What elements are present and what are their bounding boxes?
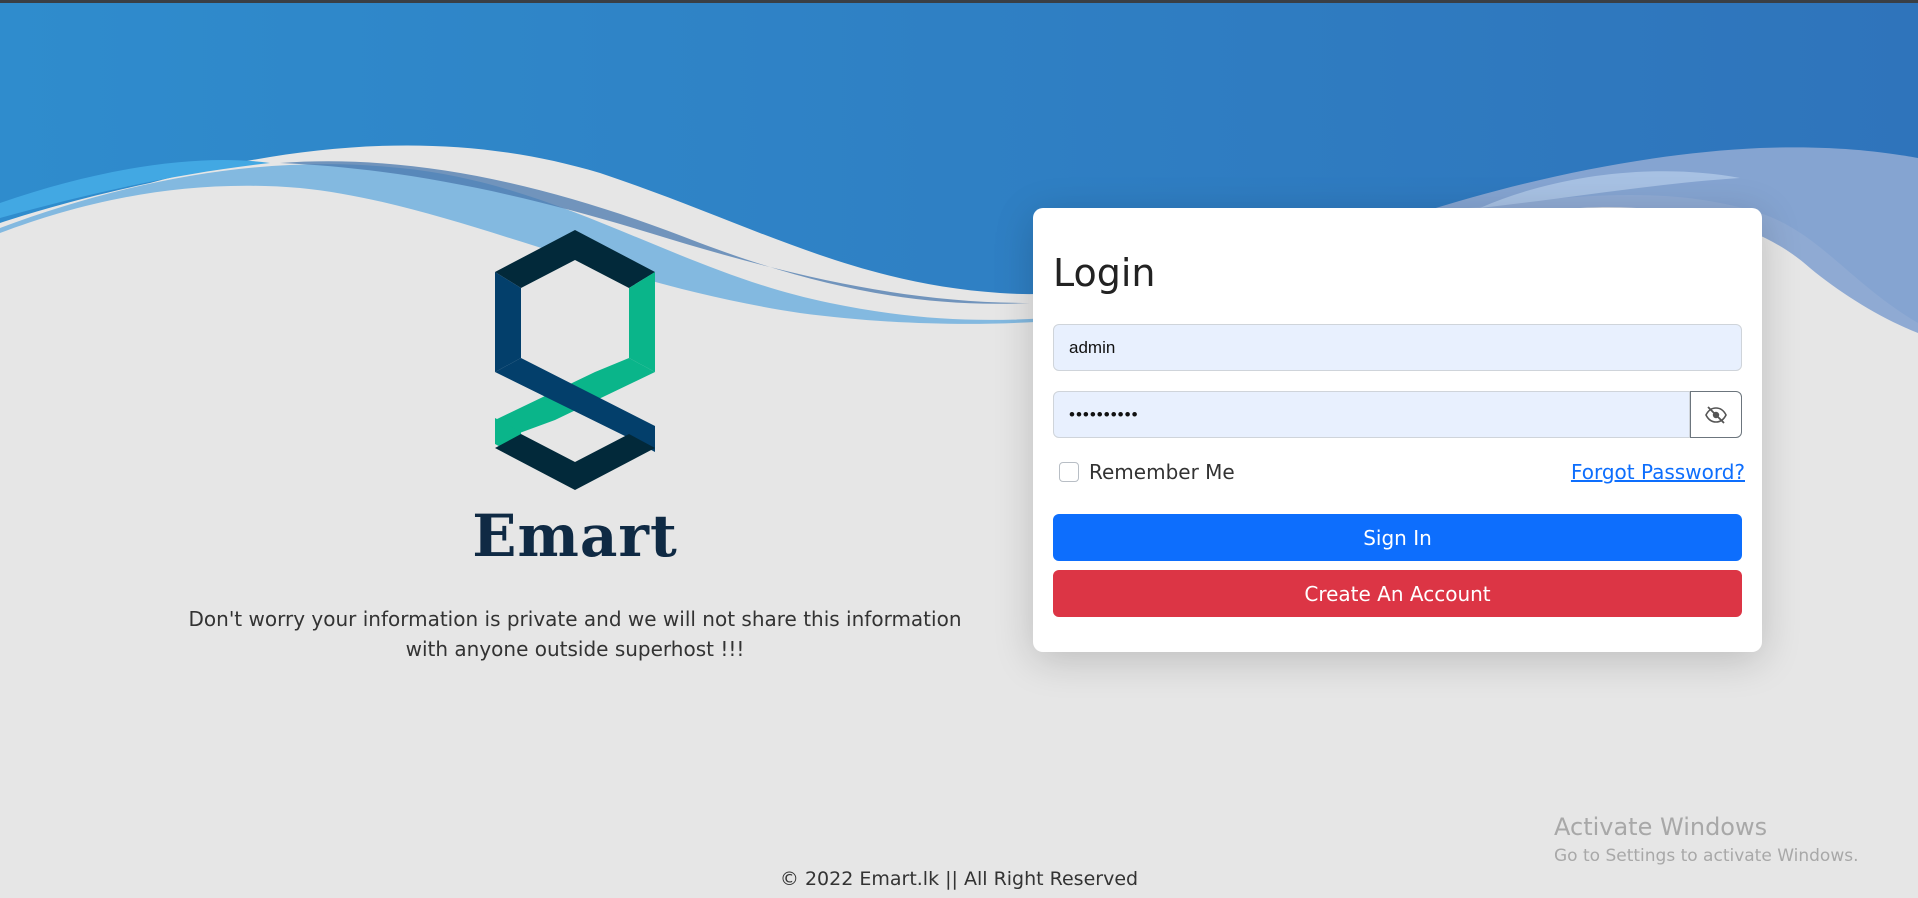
password-input[interactable]: •••••••••• bbox=[1053, 391, 1690, 438]
eye-slash-icon bbox=[1705, 405, 1727, 424]
toggle-password-button[interactable] bbox=[1690, 391, 1742, 438]
watermark-subtitle: Go to Settings to activate Windows. bbox=[1554, 846, 1859, 866]
login-card: Login admin •••••••••• Remember Me Forgo… bbox=[1033, 208, 1762, 652]
username-input[interactable]: admin bbox=[1053, 324, 1742, 371]
brand-name: Emart bbox=[472, 502, 678, 570]
sign-in-button[interactable]: Sign In bbox=[1053, 514, 1742, 561]
remember-me-label: Remember Me bbox=[1089, 460, 1235, 484]
brand-section: Emart Don't worry your information is pr… bbox=[170, 230, 980, 664]
password-group: •••••••••• bbox=[1053, 391, 1742, 438]
emart-logo bbox=[495, 230, 655, 490]
windows-activation-watermark: Activate Windows Go to Settings to activ… bbox=[1554, 812, 1859, 868]
watermark-title: Activate Windows bbox=[1554, 813, 1768, 841]
remember-forgot-row: Remember Me Forgot Password? bbox=[1059, 458, 1745, 486]
forgot-password-link[interactable]: Forgot Password? bbox=[1571, 460, 1745, 484]
remember-me-checkbox[interactable] bbox=[1059, 462, 1079, 482]
privacy-notice: Don't worry your information is private … bbox=[188, 607, 962, 661]
create-account-button[interactable]: Create An Account bbox=[1053, 570, 1742, 617]
login-title: Login bbox=[1053, 251, 1156, 295]
footer-copyright: © 2022 Emart.lk || All Right Reserved bbox=[779, 868, 1139, 890]
remember-me[interactable]: Remember Me bbox=[1059, 460, 1235, 484]
